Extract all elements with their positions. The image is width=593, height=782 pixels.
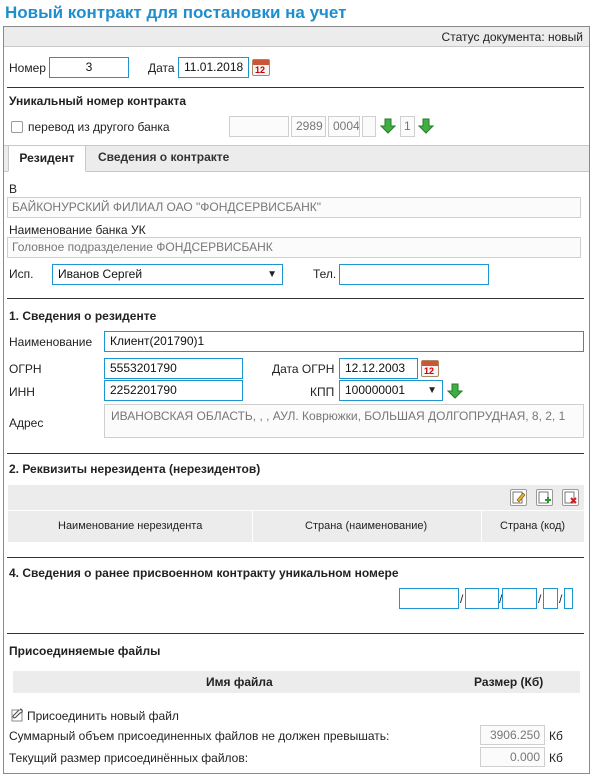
current-size-value: 0.000 — [480, 747, 545, 767]
executor-value: Иванов Сергей — [58, 267, 143, 281]
previous-number-separator: / — [460, 592, 464, 606]
separator — [7, 87, 584, 88]
previous-number-part-1[interactable] — [399, 588, 459, 609]
attach-file-link[interactable]: Присоединить новый файл — [27, 709, 179, 723]
files-heading: Присоединяемые файлы — [9, 644, 161, 658]
unique-number-part-3: 0004 — [328, 116, 360, 137]
number-input[interactable]: 3 — [49, 57, 129, 78]
executor-label: Исп. — [9, 267, 34, 281]
kpp-value: 100000001 — [345, 383, 406, 397]
address-label: Адрес — [9, 416, 44, 430]
previous-number-part-2[interactable] — [465, 588, 499, 609]
address-field: ИВАНОВСКАЯ ОБЛАСТЬ, , , АУЛ. Коврюжки, Б… — [104, 404, 584, 438]
tab-resident[interactable]: Резидент — [8, 145, 86, 172]
dropdown-arrow-icon[interactable]: ▼ — [267, 269, 277, 280]
executor-select[interactable]: Иванов Сергей ▼ — [52, 264, 283, 285]
ogrn-input[interactable]: 5553201790 — [104, 358, 243, 379]
kpp-select[interactable]: 100000001 ▼ — [339, 380, 443, 401]
ogrn-date-input[interactable]: 12.12.2003 — [339, 358, 418, 379]
max-size-value: 3906.250 — [480, 725, 545, 745]
previous-number-part-3[interactable] — [502, 588, 537, 609]
bank-to-field: БАЙКОНУРСКИЙ ФИЛИАЛ ОАО "ФОНДСЕРВИСБАНК" — [7, 197, 581, 218]
inn-input[interactable]: 2252201790 — [104, 380, 243, 401]
unique-number-heading: Уникальный номер контракта — [9, 94, 187, 108]
arrow-down-icon[interactable] — [447, 383, 463, 399]
resident-name-label: Наименование — [9, 335, 93, 349]
page-title: Новый контракт для постановки на учет — [5, 3, 347, 22]
previous-number-heading: 4. Сведения о ранее присвоенном контракт… — [9, 566, 399, 580]
column-header-file-name[interactable]: Имя файла — [206, 675, 273, 689]
status-bar: Статус документа: новый — [4, 27, 589, 47]
max-size-unit: Кб — [549, 729, 563, 743]
current-size-unit: Кб — [549, 751, 563, 765]
previous-number-part-5[interactable] — [564, 588, 573, 609]
calendar-icon[interactable]: 12 — [421, 360, 439, 377]
column-header-nonresident-name[interactable]: Наименование нерезидента — [58, 520, 202, 532]
calendar-icon[interactable]: 12 — [252, 59, 270, 76]
grid-divider — [8, 510, 584, 511]
nonresidents-heading: 2. Реквизиты нерезидента (нерезидентов) — [9, 462, 261, 476]
unique-number-part-2: 2989 — [291, 116, 326, 137]
bank-uk-label: Наименование банка УК — [9, 223, 146, 237]
column-header-country-code[interactable]: Страна (код) — [500, 520, 565, 532]
resident-heading: 1. Сведения о резиденте — [9, 309, 157, 323]
column-header-country-name[interactable]: Страна (наименование) — [305, 520, 427, 532]
separator — [7, 557, 584, 558]
grid-col-divider — [252, 511, 253, 542]
date-input[interactable]: 11.01.2018 — [178, 57, 249, 78]
arrow-down-icon[interactable] — [418, 118, 434, 134]
separator — [7, 453, 584, 454]
arrow-down-icon[interactable] — [380, 118, 396, 134]
tab-contract-info[interactable]: Сведения о контракте — [98, 145, 229, 172]
inn-label: ИНН — [9, 385, 35, 399]
kpp-label: КПП — [310, 385, 335, 399]
attach-icon[interactable] — [11, 708, 25, 722]
bank-uk-field: Головное подразделение ФОНДСЕРВИСБАНК — [7, 237, 581, 258]
phone-input[interactable] — [339, 264, 489, 285]
number-label: Номер — [9, 61, 46, 75]
nonresidents-grid — [8, 485, 584, 542]
status-text: Статус документа: новый — [441, 30, 583, 44]
dropdown-arrow-icon[interactable]: ▼ — [427, 385, 437, 396]
previous-number-separator: / — [538, 592, 542, 606]
max-size-label: Суммарный объем присоединенных файлов не… — [9, 729, 390, 743]
column-header-file-size[interactable]: Размер (Кб) — [474, 675, 543, 689]
previous-number-part-4[interactable] — [543, 588, 558, 609]
unique-number-part-4 — [362, 116, 376, 137]
grid-col-divider — [481, 511, 482, 542]
transfer-label: перевод из другого банка — [28, 120, 170, 134]
separator — [7, 633, 584, 634]
separator — [7, 298, 584, 299]
document-frame — [3, 26, 590, 774]
unique-number-part-5: 1 — [400, 116, 415, 137]
resident-name-input[interactable]: Клиент(201790)1 — [104, 331, 584, 352]
transfer-checkbox[interactable] — [11, 121, 23, 133]
phone-label: Тел. — [313, 267, 337, 281]
ogrn-date-label: Дата ОГРН — [272, 362, 335, 376]
date-label: Дата — [148, 61, 175, 75]
previous-number-separator: / — [559, 592, 563, 606]
add-icon[interactable] — [536, 489, 553, 506]
bank-to-label: В — [9, 182, 18, 196]
ogrn-label: ОГРН — [9, 362, 42, 376]
edit-icon[interactable] — [510, 489, 527, 506]
delete-icon[interactable] — [562, 489, 579, 506]
unique-number-part-1 — [229, 116, 289, 137]
current-size-label: Текущий размер присоединённых файлов: — [9, 751, 249, 765]
tab-bar — [4, 145, 589, 172]
